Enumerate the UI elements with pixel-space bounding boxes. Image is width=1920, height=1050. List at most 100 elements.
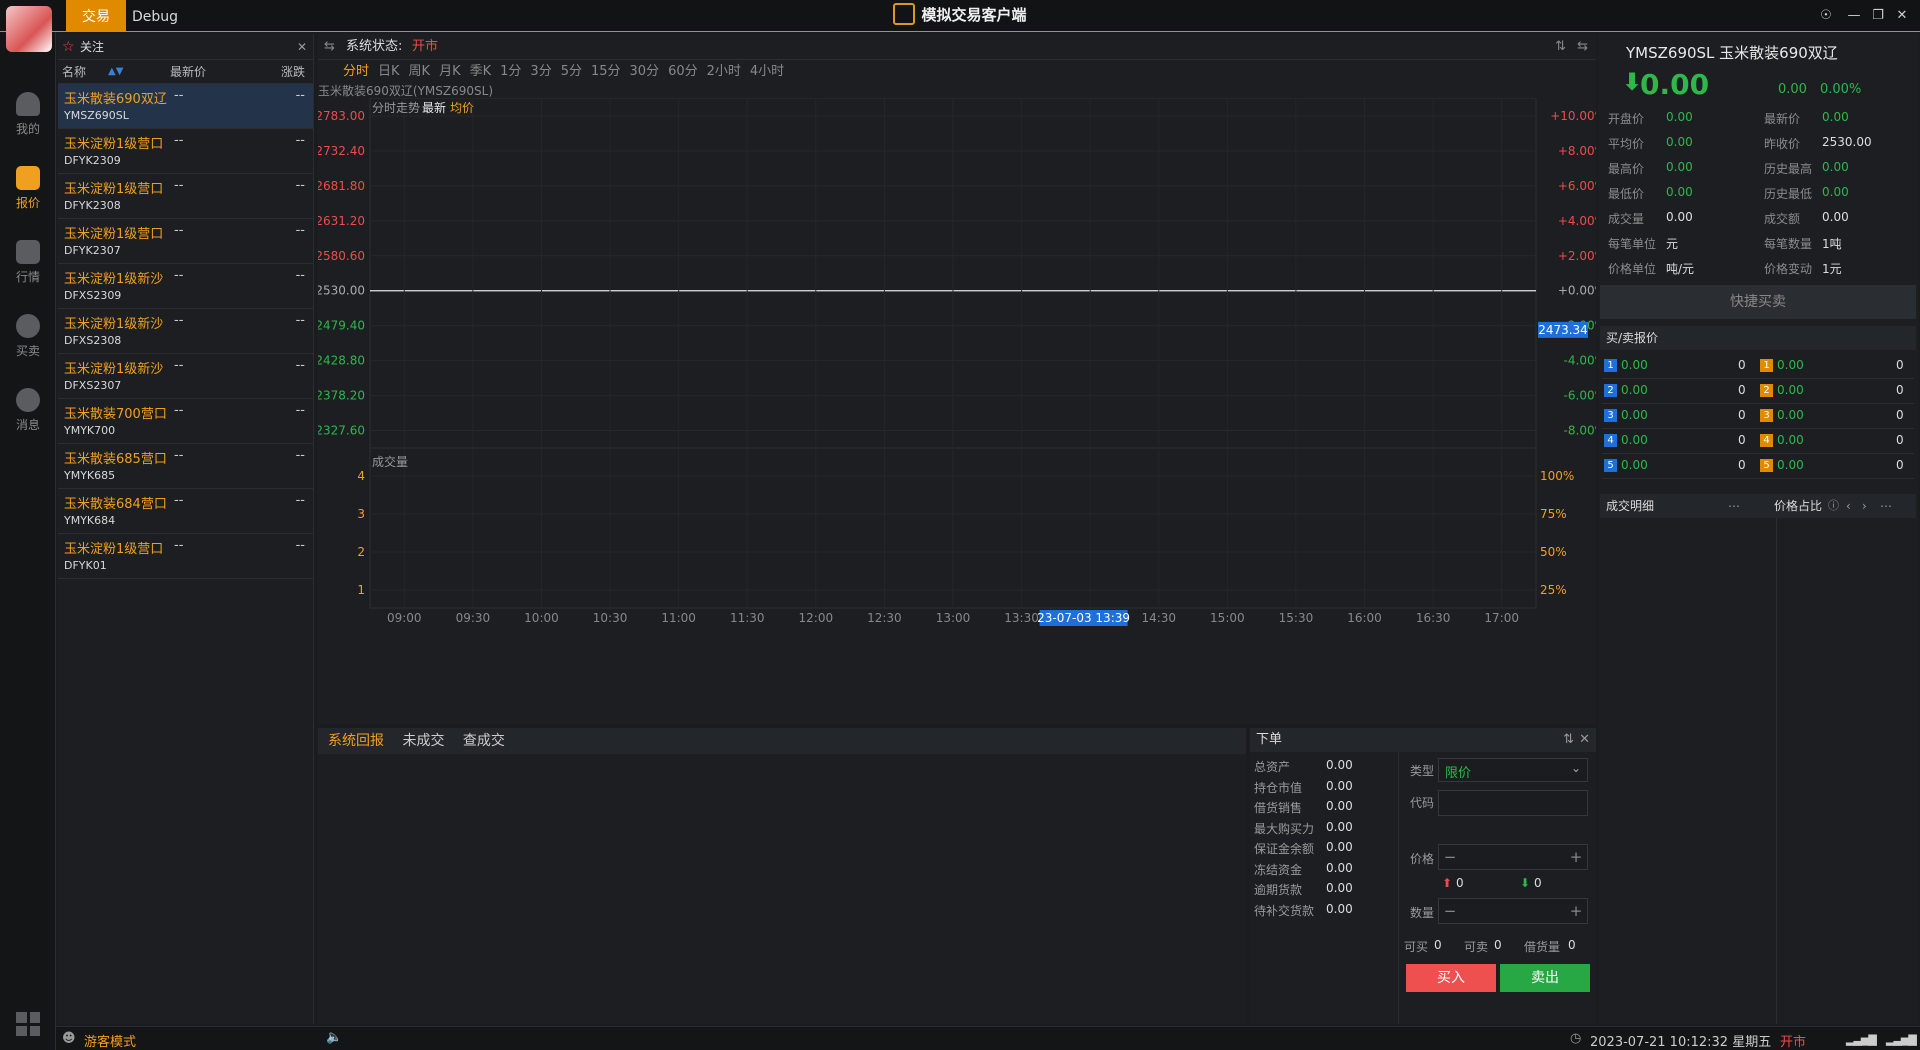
quote-value: 吨/元 — [1666, 262, 1695, 276]
title-bar: 交易 Debug 模拟交易客户端 ☉ — ❐ ✕ — [0, 0, 1920, 32]
volume-tick-label: 3 — [357, 507, 365, 521]
account-value: 0.00 — [1326, 799, 1353, 813]
code-input[interactable] — [1438, 790, 1588, 816]
rail-item-message[interactable]: 消息 — [0, 378, 56, 440]
buy-button[interactable]: 买入 — [1406, 964, 1496, 992]
instrument-code: DFXS2308 — [64, 334, 122, 347]
ask-level: 3 0.00 — [1760, 408, 1804, 422]
next-icon[interactable]: › — [1862, 494, 1867, 518]
qty-stepper[interactable]: − + — [1438, 898, 1588, 924]
sell-button[interactable]: 卖出 — [1500, 964, 1590, 992]
period-tab[interactable]: 月K — [439, 64, 461, 79]
rail-item-quote[interactable]: 报价 — [0, 156, 56, 218]
close-icon[interactable]: ✕ — [1579, 728, 1590, 752]
col-price[interactable]: 最新价 — [170, 60, 206, 84]
list-item[interactable]: 玉米淀粉1级营口 DFYK01 -- -- — [58, 534, 313, 579]
tab-filled[interactable]: 查成交 — [463, 733, 505, 749]
list-item[interactable]: 玉米淀粉1级营口 DFYK2309 -- -- — [58, 129, 313, 174]
rail-item-mine[interactable]: 我的 — [0, 82, 56, 144]
quote-value: 0.00 — [1666, 210, 1693, 224]
list-item[interactable]: 玉米散装700营口 YMYK700 -- -- — [58, 399, 313, 444]
chart-svg[interactable]: 2783.00 +10.00% 2732.40 +8.00% 2681.80 +6.00%… — [318, 98, 1596, 724]
minimize-button[interactable]: — — [1844, 6, 1864, 26]
quote-label: 最高价 — [1608, 162, 1645, 176]
tab-debug[interactable]: Debug — [116, 0, 194, 32]
increment-button[interactable]: + — [1567, 846, 1585, 868]
period-tab[interactable]: 1分 — [500, 64, 521, 79]
period-tab[interactable]: 30分 — [630, 64, 660, 79]
account-value: 0.00 — [1326, 778, 1353, 793]
close-icon[interactable]: ✕ — [297, 34, 307, 60]
instrument-price: -- — [174, 448, 184, 463]
bid-level-number: 3 — [1604, 409, 1617, 422]
tab-open-orders[interactable]: 未成交 — [402, 733, 444, 749]
period-tab[interactable]: 3分 — [530, 64, 551, 79]
swap-icon[interactable]: ⇆ — [1577, 34, 1588, 60]
decrement-button[interactable]: − — [1441, 900, 1459, 922]
list-item[interactable]: 玉米散装685营口 YMYK685 -- -- — [58, 444, 313, 489]
period-tab[interactable]: 15分 — [591, 64, 621, 79]
list-item[interactable]: 玉米散装690双辽 YMSZ690SL -- -- — [58, 84, 313, 129]
list-item[interactable]: 玉米散装684营口 YMYK684 -- -- — [58, 489, 313, 534]
period-tab[interactable]: 60分 — [668, 64, 698, 79]
quick-trade-button[interactable]: 快捷买卖 — [1600, 285, 1916, 319]
instrument-name: 玉米淀粉1级新沙 — [64, 362, 164, 377]
col-name[interactable]: 名称 — [62, 60, 86, 84]
instrument-price: -- — [174, 493, 184, 508]
instrument-code: DFYK2308 — [64, 199, 121, 212]
x-tick-label: 12:30 — [867, 611, 902, 625]
skin-icon[interactable]: ☉ — [1816, 6, 1836, 26]
ask-level-number: 3 — [1760, 409, 1773, 422]
guest-mode[interactable]: 游客模式 — [84, 1031, 136, 1050]
more-icon[interactable]: ⋯ — [1728, 494, 1740, 518]
avatar[interactable] — [6, 6, 52, 52]
period-tab[interactable]: 2小时 — [707, 64, 741, 79]
list-item[interactable]: 玉米淀粉1级营口 DFYK2307 -- -- — [58, 219, 313, 264]
rail-item-trade[interactable]: 买卖 — [0, 304, 56, 366]
instrument-price: -- — [174, 268, 184, 283]
period-tab[interactable]: 周K — [409, 64, 431, 79]
prev-icon[interactable]: ‹ — [1846, 494, 1851, 518]
type-select[interactable]: 限价 ⌄ — [1438, 758, 1588, 782]
period-tab[interactable]: 日K — [378, 64, 400, 79]
instrument-change: -- — [295, 178, 305, 193]
list-item[interactable]: 玉米淀粉1级新沙 DFXS2308 -- -- — [58, 309, 313, 354]
sort-arrows-icon[interactable]: ⇅ — [1555, 34, 1566, 60]
rail-label: 消息 — [15, 418, 40, 432]
y-tick-label: 2783.00 — [318, 109, 365, 123]
list-item[interactable]: 玉米淀粉1级新沙 DFXS2307 -- -- — [58, 354, 313, 399]
list-item[interactable]: 玉米淀粉1级营口 DFYK2308 -- -- — [58, 174, 313, 219]
period-tab[interactable]: 季K — [470, 64, 492, 79]
price-stepper[interactable]: − + — [1438, 844, 1588, 870]
price-label: 价格 — [1410, 852, 1435, 866]
more-icon[interactable]: ⋯ — [1880, 494, 1892, 518]
maximize-button[interactable]: ❐ — [1868, 6, 1888, 26]
period-tab[interactable]: 分时 — [343, 64, 369, 79]
close-button[interactable]: ✕ — [1892, 6, 1912, 26]
info-icon[interactable]: ⓘ — [1828, 494, 1839, 518]
depth-row-divider — [1602, 478, 1914, 479]
market-status: 开市 — [1780, 1035, 1807, 1050]
swap-icon[interactable]: ⇆ — [324, 34, 335, 60]
increment-button[interactable]: + — [1567, 900, 1585, 922]
instrument-code: DFYK01 — [64, 559, 107, 572]
type-label: 类型 — [1410, 764, 1435, 778]
decrement-button[interactable]: − — [1441, 846, 1459, 868]
sort-arrows-icon[interactable]: ⇅ — [1563, 728, 1574, 752]
col-change[interactable]: 涨跌 — [281, 60, 305, 84]
bid-level: 5 0.00 — [1604, 458, 1648, 472]
bid-volume: 0 — [1738, 383, 1746, 397]
period-tab[interactable]: 4小时 — [750, 64, 784, 79]
apps-grid-icon[interactable] — [16, 1012, 40, 1036]
period-tab[interactable]: 5分 — [561, 64, 582, 79]
last-price: 0.00 — [1640, 68, 1710, 101]
sort-icon[interactable]: ▲▼ — [108, 60, 123, 84]
instrument-name: 玉米散装690双辽 — [64, 92, 167, 107]
rail-item-market[interactable]: 行情 — [0, 230, 56, 292]
speaker-icon[interactable]: 🔈 — [326, 1030, 342, 1045]
instrument-change: -- — [295, 313, 305, 328]
tab-system-report[interactable]: 系统回报 — [328, 733, 384, 749]
ask-level: 1 0.00 — [1760, 358, 1804, 372]
rail-label: 报价 — [15, 196, 40, 210]
list-item[interactable]: 玉米淀粉1级新沙 DFXS2309 -- -- — [58, 264, 313, 309]
